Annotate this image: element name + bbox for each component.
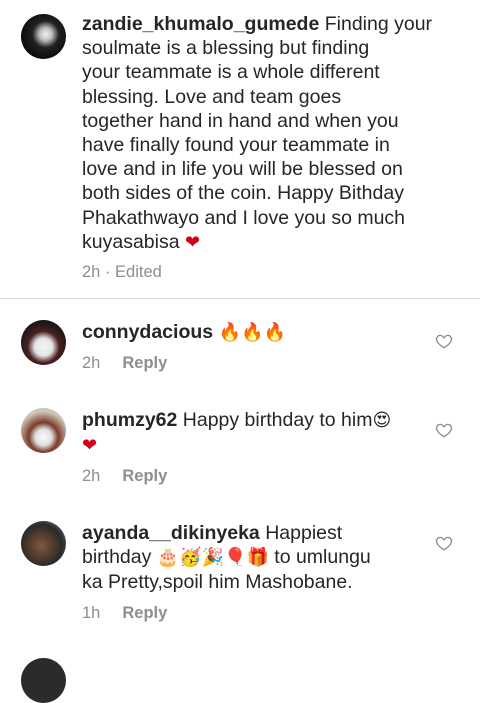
heart-outline-icon[interactable] — [435, 421, 453, 439]
red-heart-emoji: ❤ — [82, 435, 98, 457]
avatar[interactable] — [21, 408, 66, 453]
avatar[interactable] — [21, 658, 66, 703]
comment-text-line: Phakathwayo and I love you so much — [82, 206, 406, 229]
comment-time: 2h — [82, 263, 101, 281]
reply-button[interactable]: Reply — [122, 604, 167, 622]
comment-text-line: Finding your — [319, 13, 433, 35]
comment-text-line: ka Pretty,spoil him Mashobane. — [82, 571, 353, 594]
comment-text-line: blessing. Love and team goes — [82, 85, 342, 108]
comment-text-line: Happiest — [259, 522, 343, 544]
comment-body: zandie_khumalo_gumede Finding your soulm… — [82, 12, 472, 255]
comment-text-line: together hand in hand and when you — [82, 109, 399, 132]
comment-text-line: your teammate is a whole different — [82, 61, 380, 84]
comment-text-line: have finally found your teammate in — [82, 134, 390, 157]
red-heart-emoji: ❤ — [184, 231, 201, 253]
comment-meta: 2h Reply — [82, 354, 167, 373]
comment-time: 1h — [82, 604, 101, 622]
comment-time: 2h — [82, 467, 101, 485]
avatar[interactable] — [21, 521, 66, 566]
comment-username[interactable]: connydacious — [82, 321, 213, 343]
comment-text: Happy birthday to him — [177, 409, 373, 431]
comment-username[interactable]: ayanda__dikinyeka — [82, 522, 260, 544]
comment-body: ayanda__dikinyeka Happiest birthday 🎂🥳🎉🎈… — [82, 521, 432, 595]
reply-button[interactable]: Reply — [122, 354, 167, 372]
party-emojis: 🎂🥳🎉🎈🎁 — [156, 547, 269, 569]
comment-body: phumzy62 Happy birthday to him😍 ❤ — [82, 408, 422, 458]
comment-text-line: love and in life you will be blessed on — [82, 158, 403, 181]
comment-body: connydacious 🔥🔥🔥 — [82, 320, 422, 345]
divider — [0, 298, 480, 299]
heart-outline-icon[interactable] — [435, 332, 453, 350]
fire-emojis: 🔥🔥🔥 — [213, 322, 287, 343]
comment-time: 2h — [82, 354, 101, 372]
heart-eyes-emoji: 😍 — [372, 410, 392, 431]
avatar[interactable] — [21, 320, 66, 365]
edited-label: · Edited — [100, 263, 162, 281]
comment-meta: 2h · Edited — [82, 263, 162, 282]
comment-meta: 2h Reply — [82, 467, 167, 486]
comment-text-line: both sides of the coin. Happy Bithday — [82, 182, 404, 205]
comment-meta: 1h Reply — [82, 604, 167, 623]
avatar[interactable] — [21, 14, 66, 59]
comment-username[interactable]: phumzy62 — [82, 409, 177, 431]
comment-text-line: to umlungu — [268, 546, 371, 569]
comment-text-line: birthday — [82, 546, 157, 569]
comment-username[interactable]: zandie_khumalo_gumede — [82, 13, 319, 35]
comment-text-line: soulmate is a blessing but finding — [82, 37, 370, 60]
heart-outline-icon[interactable] — [435, 534, 453, 552]
reply-button[interactable]: Reply — [122, 467, 167, 485]
comment-text-line: kuyasabisa — [82, 230, 185, 253]
